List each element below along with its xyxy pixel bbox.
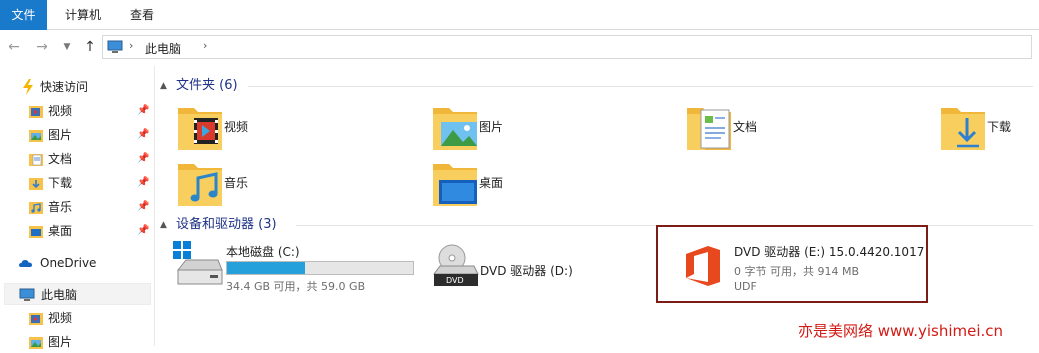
nav-label: 快速访问 [40, 80, 89, 94]
pictures-folder-icon [29, 337, 43, 349]
nav-label: 音乐 [48, 200, 73, 214]
downloads-folder-icon [29, 178, 43, 190]
drive-name: DVD 驱动器 (E:) 15.0.4420.1017 [734, 245, 925, 259]
address-row: ← → ▼ ↑ › 此电脑 › [0, 31, 1039, 63]
nav-item-downloads[interactable]: 下载 📌 [0, 172, 152, 194]
folder-label: 音乐 [224, 176, 249, 190]
nav-quick-access[interactable]: 快速访问 [0, 76, 152, 98]
address-bar[interactable]: › 此电脑 › [102, 35, 1032, 59]
office-icon [686, 246, 720, 286]
dvd-badge: DVD [446, 276, 464, 285]
folder-pictures[interactable]: 图片 [431, 100, 671, 160]
drive-d[interactable]: DVD DVD 驱动器 (D:) [430, 240, 630, 294]
folder-documents[interactable]: 文档 [685, 100, 925, 160]
pictures-folder-icon [433, 108, 477, 150]
nav-label: 视频 [48, 104, 73, 118]
folder-label: 图片 [479, 120, 504, 134]
forward-arrow-icon[interactable]: → [35, 39, 49, 55]
chevron-down-icon[interactable]: ▲ [160, 215, 167, 235]
breadcrumb-separator[interactable]: › [203, 39, 207, 52]
ribbon-tabs: 文件 计算机 查看 [0, 0, 1039, 30]
computer-icon [19, 288, 35, 301]
video-folder-icon [29, 313, 43, 325]
nav-item-video[interactable]: 视频 📌 [0, 100, 152, 122]
pin-icon[interactable]: 📌 [137, 100, 149, 122]
nav-label: 图片 [48, 128, 73, 142]
hard-drive-icon [173, 241, 223, 285]
drive-space: 0 字节 可用，共 914 MB [734, 265, 860, 278]
nav-label: 文档 [48, 152, 73, 166]
pin-icon[interactable]: 📌 [137, 148, 149, 170]
folder-desktop[interactable]: 桌面 [431, 156, 671, 216]
tab-view[interactable]: 查看 [118, 0, 166, 30]
video-folder-icon [178, 108, 222, 150]
cloud-icon [19, 260, 32, 267]
nav-item-pictures[interactable]: 图片 📌 [0, 124, 152, 146]
documents-folder-icon [29, 154, 43, 166]
nav-item-music[interactable]: 音乐 📌 [0, 196, 152, 218]
folder-label: 视频 [224, 120, 249, 134]
folder-downloads[interactable]: 下载 [939, 100, 1034, 160]
nav-item-documents[interactable]: 文档 📌 [0, 148, 152, 170]
lightning-icon [23, 79, 33, 95]
folder-label: 桌面 [479, 176, 504, 190]
nav-onedrive[interactable]: OneDrive [0, 252, 152, 274]
breadcrumb-this-pc[interactable]: 此电脑 [145, 40, 181, 57]
pictures-folder-icon [29, 130, 43, 142]
nav-label: 图片 [48, 335, 73, 349]
folder-music[interactable]: 音乐 [176, 156, 416, 216]
pin-icon[interactable]: 📌 [137, 124, 149, 146]
back-arrow-icon[interactable]: ← [7, 39, 21, 55]
section-divider [248, 86, 1033, 87]
folder-label: 文档 [733, 120, 758, 134]
pin-icon[interactable]: 📌 [137, 172, 149, 194]
breadcrumb-separator[interactable]: › [129, 39, 133, 52]
tab-file[interactable]: 文件 [0, 0, 47, 30]
up-arrow-icon[interactable]: ↑ [83, 39, 97, 55]
downloads-folder-icon [941, 108, 985, 150]
folder-video[interactable]: 视频 [176, 100, 416, 160]
nav-item-desktop[interactable]: 桌面 📌 [0, 220, 152, 242]
music-folder-icon [29, 202, 43, 214]
desktop-folder-icon [433, 164, 477, 206]
nav-pc-pictures[interactable]: 图片 [0, 331, 152, 353]
nav-label: 此电脑 [41, 288, 78, 302]
drive-e[interactable]: DVD 驱动器 (E:) 15.0.4420.1017 0 字节 可用，共 91… [680, 238, 924, 294]
pin-icon[interactable]: 📌 [137, 220, 149, 242]
watermark: 亦是美网络 www.yishimei.cn [798, 322, 1004, 340]
chevron-down-icon[interactable]: ▼ [60, 39, 74, 55]
nav-label: OneDrive [40, 256, 97, 270]
documents-folder-icon [687, 108, 731, 150]
drive-c[interactable]: 本地磁盘 (C:) 34.4 GB 可用，共 59.0 GB [172, 240, 417, 294]
nav-pc-video[interactable]: 视频 [0, 307, 152, 329]
pin-icon[interactable]: 📌 [137, 196, 149, 218]
tab-computer[interactable]: 计算机 [52, 0, 114, 30]
nav-label: 下载 [48, 176, 73, 190]
video-folder-icon [29, 106, 43, 118]
drive-usage-fill [227, 262, 306, 274]
section-title: 文件夹 (6) [176, 78, 238, 93]
nav-this-pc[interactable]: 此电脑 [4, 283, 151, 305]
computer-icon [107, 40, 123, 53]
nav-label: 视频 [48, 311, 73, 325]
section-title: 设备和驱动器 (3) [176, 217, 277, 232]
navigation-pane: 快速访问 视频 📌 图片 📌 文档 📌 下载 📌 音乐 📌 桌面 📌 OneDr… [0, 66, 155, 349]
nav-label: 桌面 [48, 224, 73, 238]
chevron-down-icon[interactable]: ▲ [160, 76, 167, 96]
desktop-folder-icon [29, 226, 43, 238]
drive-space: 34.4 GB 可用，共 59.0 GB [226, 280, 366, 293]
drive-name: DVD 驱动器 (D:) [480, 264, 573, 278]
drive-filesystem: UDF [734, 280, 757, 293]
drive-usage-bar [226, 261, 414, 275]
dvd-drive-icon: DVD [433, 244, 479, 286]
music-folder-icon [178, 164, 222, 206]
folder-label: 下载 [987, 120, 1012, 134]
drive-name: 本地磁盘 (C:) [226, 245, 300, 259]
